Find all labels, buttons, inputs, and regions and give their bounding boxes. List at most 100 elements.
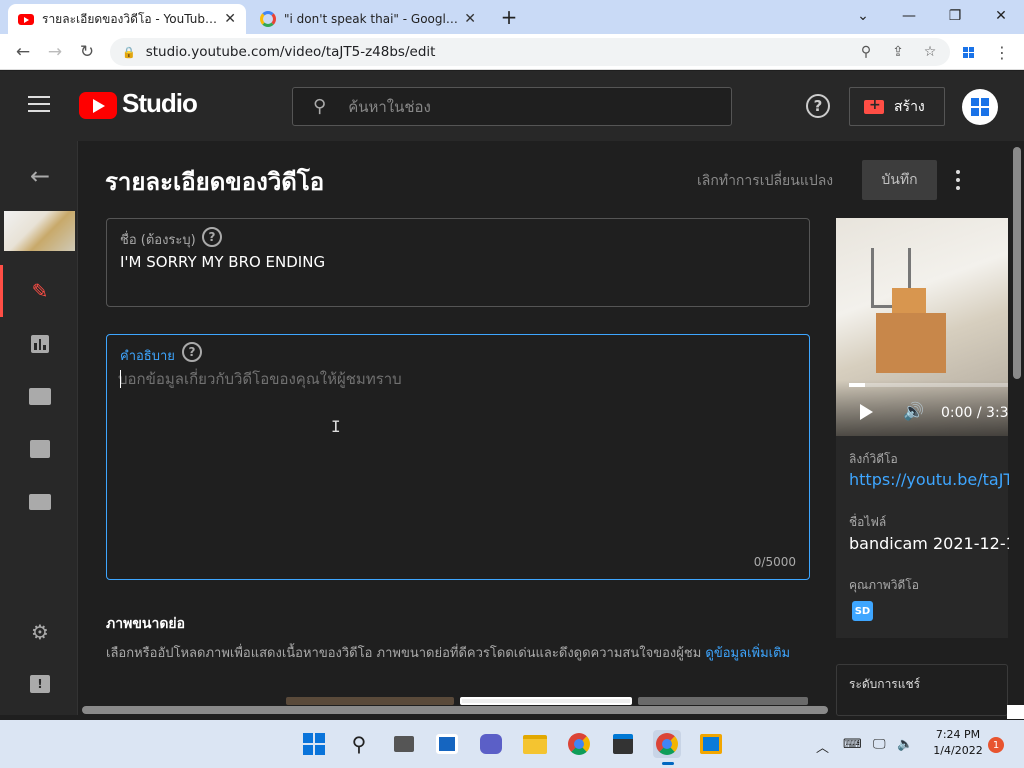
clock-date: 1/4/2022 bbox=[933, 744, 983, 757]
filename-label: ชื่อไฟล์ bbox=[849, 515, 887, 529]
save-button[interactable]: บันทึก bbox=[862, 160, 937, 200]
sidebar-video-thumbnail[interactable] bbox=[4, 211, 75, 251]
system-clock[interactable]: 7:24 PM 1/4/2022 bbox=[930, 727, 986, 759]
description-char-counter: 0/5000 bbox=[753, 555, 796, 569]
title-field-label: ชื่อ (ต้องระบุ) bbox=[120, 233, 196, 248]
thumbnail-option[interactable] bbox=[286, 697, 454, 705]
profile-icon[interactable] bbox=[958, 42, 978, 62]
sidebar-active-indicator bbox=[0, 265, 3, 317]
show-hidden-icons-icon[interactable]: ︿ bbox=[816, 737, 829, 756]
back-icon[interactable]: ← bbox=[10, 40, 36, 64]
description-field-label: คำอธิบาย bbox=[120, 349, 175, 364]
share-icon[interactable]: ⇪ bbox=[888, 42, 908, 62]
sidebar-item-details-pencil-icon[interactable]: ✎ bbox=[24, 277, 56, 305]
create-button[interactable]: สร้าง bbox=[849, 87, 945, 126]
scrollbar-corner bbox=[1007, 705, 1024, 719]
microsoft-store-icon[interactable] bbox=[609, 730, 637, 758]
play-icon[interactable] bbox=[860, 404, 873, 420]
vertical-scrollbar[interactable] bbox=[1010, 141, 1024, 715]
text-caret bbox=[120, 370, 121, 388]
chrome-profile-taskbar-icon[interactable] bbox=[653, 730, 681, 758]
chrome-menu-icon[interactable]: ⋮ bbox=[992, 42, 1012, 62]
studio-logo-text[interactable]: Studio bbox=[122, 88, 198, 119]
visibility-label: ระดับการแชร์ bbox=[849, 677, 921, 691]
youtube-icon bbox=[18, 13, 34, 25]
thumbnail-heading: ภาพขนาดย่อ bbox=[106, 616, 186, 632]
file-explorer-icon[interactable] bbox=[521, 730, 549, 758]
thumbnail-description: เลือกหรืออัปโหลดภาพเพื่อแสดงเนื้อหาของวิ… bbox=[106, 643, 806, 665]
teams-chat-icon[interactable] bbox=[477, 730, 505, 758]
page-title: รายละเอียดของวิดีโอ bbox=[105, 168, 325, 196]
video-frame-character-body bbox=[876, 313, 946, 373]
forward-icon[interactable]: → bbox=[42, 40, 68, 64]
thumbnail-option[interactable] bbox=[638, 697, 808, 705]
tab-google-search[interactable]: "i don't speak thai" - Google Search ✕ bbox=[250, 4, 486, 34]
video-timecode: 0:00 / 3:3 bbox=[941, 405, 1009, 421]
sidebar-item-analytics-icon[interactable] bbox=[24, 330, 56, 358]
menu-icon[interactable] bbox=[28, 96, 50, 112]
title-field-value[interactable]: I'M SORRY MY BRO ENDING bbox=[120, 253, 325, 271]
create-label: สร้าง bbox=[894, 98, 925, 115]
more-options-icon[interactable] bbox=[950, 168, 966, 192]
address-bar[interactable]: 🔒 studio.youtube.com/video/taJT5-z48bs/e… bbox=[110, 38, 950, 66]
search-placeholder: ค้นหาในช่อง bbox=[348, 97, 431, 116]
reload-icon[interactable]: ↻ bbox=[74, 40, 100, 64]
filename-value: bandicam 2021-12-12 bbox=[849, 534, 1009, 553]
active-app-indicator bbox=[662, 762, 674, 765]
tab-title: "i don't speak thai" - Google Search bbox=[284, 12, 458, 26]
search-icon[interactable]: ⚲ bbox=[345, 730, 373, 758]
horizontal-scrollbar[interactable] bbox=[82, 706, 828, 714]
minimize-icon[interactable]: — bbox=[886, 0, 932, 32]
tab-youtube-studio[interactable]: รายละเอียดของวิดีโอ - YouTube Studio ✕ bbox=[8, 4, 246, 34]
tab-title: รายละเอียดของวิดีโอ - YouTube Studio bbox=[42, 11, 218, 26]
text-cursor-icon: I bbox=[331, 417, 341, 436]
volume-icon[interactable]: 🔊 bbox=[903, 402, 924, 422]
avatar[interactable] bbox=[962, 89, 998, 125]
zoom-icon[interactable]: ⚲ bbox=[856, 42, 876, 62]
discard-changes-button[interactable]: เลิกทำการเปลี่ยนแปลง bbox=[697, 170, 833, 192]
avatar-image bbox=[971, 98, 989, 116]
lock-icon: 🔒 bbox=[122, 45, 136, 59]
chrome-icon[interactable] bbox=[565, 730, 593, 758]
help-icon[interactable]: ? bbox=[806, 94, 830, 118]
title-help-icon[interactable]: ? bbox=[202, 227, 222, 247]
url-text: studio.youtube.com/video/taJT5-z48bs/edi… bbox=[145, 44, 436, 60]
network-icon[interactable]: 🖵 bbox=[873, 737, 886, 752]
bookmark-star-icon[interactable]: ☆ bbox=[920, 42, 940, 62]
volume-tray-icon[interactable]: 🔈 bbox=[897, 737, 913, 752]
tab-search-icon[interactable]: ⌄ bbox=[840, 0, 886, 32]
thumbnail-option-selected[interactable] bbox=[460, 697, 632, 705]
restore-icon[interactable]: ❐ bbox=[932, 0, 978, 32]
sidebar-item-comments-icon[interactable] bbox=[24, 435, 56, 463]
widgets-icon[interactable] bbox=[433, 730, 461, 758]
description-input[interactable] bbox=[118, 368, 798, 390]
close-window-icon[interactable]: ✕ bbox=[978, 0, 1024, 32]
create-video-icon bbox=[864, 97, 884, 114]
channel-search-input[interactable]: ⚲ ค้นหาในช่อง bbox=[292, 87, 732, 126]
send-feedback-icon[interactable]: ! bbox=[24, 670, 56, 698]
sd-quality-badge: SD bbox=[852, 601, 873, 621]
clock-time: 7:24 PM bbox=[935, 728, 981, 741]
video-link-label: ลิงก์วิดีโอ bbox=[849, 452, 898, 466]
sidebar-item-subtitles-icon[interactable] bbox=[24, 488, 56, 516]
thumbnail-description-text: เลือกหรืออัปโหลดภาพเพื่อแสดงเนื้อหาของวิ… bbox=[106, 646, 702, 661]
video-progress-bar[interactable] bbox=[849, 383, 1008, 387]
task-view-icon[interactable] bbox=[390, 730, 418, 758]
start-icon[interactable] bbox=[300, 730, 328, 758]
learn-more-link[interactable]: ดูข้อมูลเพิ่มเติม bbox=[705, 646, 790, 661]
video-quality-label: คุณภาพวิดีโอ bbox=[849, 578, 919, 592]
notification-badge[interactable]: 1 bbox=[988, 737, 1004, 753]
description-help-icon[interactable]: ? bbox=[182, 342, 202, 362]
close-tab-icon[interactable]: ✕ bbox=[464, 11, 476, 27]
windows-taskbar bbox=[0, 720, 1024, 768]
search-icon: ⚲ bbox=[313, 96, 327, 117]
settings-gear-icon[interactable]: ⚙ bbox=[24, 618, 56, 646]
youtube-logo-icon[interactable] bbox=[79, 92, 117, 119]
new-tab-button[interactable]: + bbox=[498, 5, 520, 29]
video-link[interactable]: https://youtu.be/taJT bbox=[849, 470, 1009, 489]
remote-desktop-icon[interactable] bbox=[697, 730, 725, 758]
keyboard-icon[interactable]: ⌨ bbox=[843, 737, 862, 752]
close-tab-icon[interactable]: ✕ bbox=[224, 11, 236, 27]
sidebar-item-editor-clapper-icon[interactable] bbox=[24, 382, 56, 410]
back-arrow-icon[interactable]: ← bbox=[24, 162, 56, 190]
